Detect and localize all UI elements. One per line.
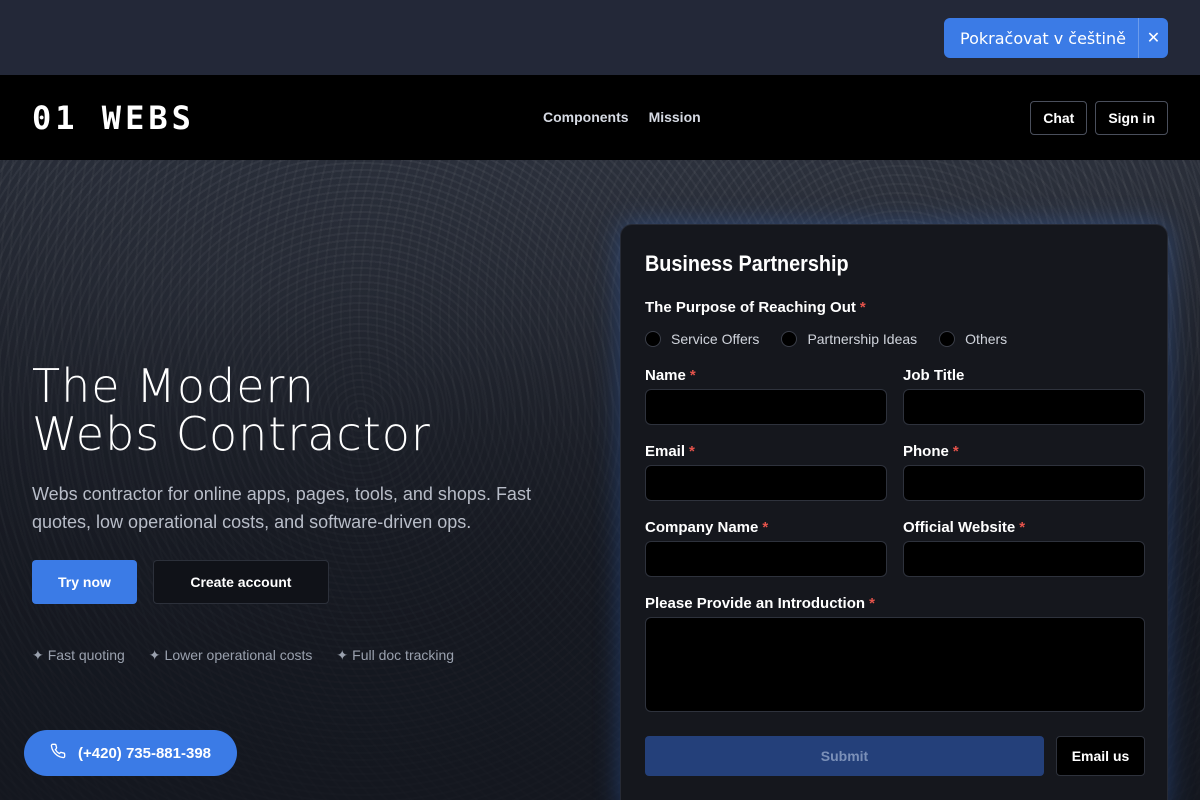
try-now-button[interactable]: Try now xyxy=(32,560,137,604)
language-switch-pill[interactable]: Pokračovat v češtině ✕ xyxy=(944,18,1168,58)
feature-item: ✦ Fast quoting xyxy=(32,647,125,664)
hero-section: The Modern Webs Contractor Webs contract… xyxy=(0,160,1200,800)
create-account-button[interactable]: Create account xyxy=(152,560,329,604)
nav-link-components[interactable]: Components xyxy=(543,109,629,125)
required-mark: * xyxy=(952,443,959,460)
email-label-text: Email xyxy=(645,443,686,460)
required-mark: * xyxy=(869,595,875,612)
required-mark: * xyxy=(762,519,769,536)
radio-circle[interactable] xyxy=(781,331,798,347)
email-input[interactable] xyxy=(646,466,886,500)
radio-label: Others xyxy=(965,331,1008,347)
phone-field[interactable] xyxy=(903,465,1145,501)
required-mark: * xyxy=(1019,519,1026,536)
official-website-label-text: Official Website xyxy=(903,519,1016,536)
introduction-field[interactable] xyxy=(645,617,1145,712)
hero-title: The Modern Webs Contractor xyxy=(32,362,592,458)
phone-call-button[interactable]: (+420) 735-881-398 xyxy=(24,730,237,776)
phone-label: Phone * xyxy=(903,443,959,460)
sparkle-icon: ✦ xyxy=(336,647,349,663)
email-label: Email * xyxy=(645,443,695,460)
business-partnership-form: Business Partnership The Purpose of Reac… xyxy=(620,224,1168,800)
hero-cta-group: Try now Create account xyxy=(32,560,329,604)
purpose-radio-group: Service Offers Partnership Ideas Others xyxy=(645,331,1007,347)
header-actions: Chat Sign in xyxy=(1030,101,1168,135)
name-field[interactable] xyxy=(645,389,887,425)
radio-service-offers[interactable]: Service Offers xyxy=(645,331,759,347)
phone-icon xyxy=(50,743,66,763)
continue-in-czech-link[interactable]: Pokračovat v češtině xyxy=(944,29,1138,48)
radio-label: Partnership Ideas xyxy=(807,331,918,347)
feature-list: ✦ Fast quoting ✦ Lower operational costs ✦… xyxy=(32,647,454,664)
company-name-field[interactable] xyxy=(645,541,887,577)
company-name-label-text: Company Name xyxy=(645,519,759,536)
job-title-field[interactable] xyxy=(903,389,1145,425)
sign-in-button[interactable]: Sign in xyxy=(1095,101,1168,135)
phone-number: (+420) 735-881-398 xyxy=(78,744,212,762)
phone-input[interactable] xyxy=(904,466,1144,500)
submit-button[interactable]: Submit xyxy=(645,736,1044,776)
chat-button[interactable]: Chat xyxy=(1030,101,1088,135)
feature-label: Fast quoting xyxy=(47,647,125,663)
required-mark: * xyxy=(859,299,866,316)
company-name-input[interactable] xyxy=(646,542,886,576)
purpose-label: The Purpose of Reaching Out * xyxy=(645,299,866,316)
phone-label-text: Phone xyxy=(903,443,949,460)
radio-others[interactable]: Others xyxy=(939,331,1007,347)
purpose-label-text: The Purpose of Reaching Out xyxy=(645,299,856,316)
introduction-textarea[interactable] xyxy=(646,618,1144,711)
feature-label: Lower operational costs xyxy=(164,647,313,663)
sparkle-icon: ✦ xyxy=(148,647,161,663)
email-us-button[interactable]: Email us xyxy=(1056,736,1145,776)
job-title-label: Job Title xyxy=(903,367,965,384)
close-icon[interactable]: ✕ xyxy=(1138,18,1168,58)
radio-partnership-ideas[interactable]: Partnership Ideas xyxy=(781,331,917,347)
name-input[interactable] xyxy=(646,390,886,424)
introduction-label: Please Provide an Introduction * xyxy=(645,595,875,612)
radio-circle[interactable] xyxy=(939,331,956,347)
job-title-input[interactable] xyxy=(904,390,1144,424)
sparkle-icon: ✦ xyxy=(32,647,44,663)
site-header: 01 WEBS Components Mission Chat Sign in xyxy=(0,75,1200,160)
email-field[interactable] xyxy=(645,465,887,501)
hero-subtitle: Webs contractor for online apps, pages, … xyxy=(32,484,531,532)
feature-item: ✦ Lower operational costs xyxy=(149,647,313,664)
required-mark: * xyxy=(689,443,695,460)
official-website-input[interactable] xyxy=(904,542,1144,576)
introduction-label-text: Please Provide an Introduction xyxy=(645,595,866,612)
feature-label: Full doc tracking xyxy=(352,647,455,663)
hero-title-line-2: Webs Contractor xyxy=(32,407,431,461)
nav-link-mission[interactable]: Mission xyxy=(649,109,701,125)
official-website-label: Official Website * xyxy=(903,519,1025,536)
name-label: Name * xyxy=(645,367,696,384)
logo[interactable]: 01 WEBS xyxy=(32,99,195,137)
name-label-text: Name xyxy=(645,367,686,384)
hero-title-line-1: The Modern xyxy=(32,359,315,413)
radio-circle[interactable] xyxy=(645,331,661,347)
company-name-label: Company Name * xyxy=(645,519,768,536)
form-title: Business Partnership xyxy=(645,251,849,276)
feature-item: ✦ Full doc tracking xyxy=(336,647,454,664)
official-website-field[interactable] xyxy=(903,541,1145,577)
main-nav: Components Mission xyxy=(543,109,701,125)
language-banner: Pokračovat v češtině ✕ xyxy=(0,0,1200,75)
required-mark: * xyxy=(689,367,696,384)
radio-label: Service Offers xyxy=(671,331,760,347)
